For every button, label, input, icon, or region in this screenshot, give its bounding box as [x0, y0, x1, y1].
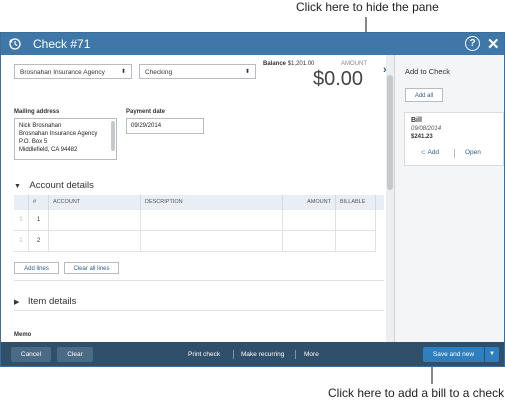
bill-add-link[interactable]: ⊂ Add	[421, 149, 439, 156]
bill-open-link[interactable]: Open	[465, 149, 481, 156]
row-number: 2	[29, 231, 49, 252]
page-title: Check #71	[33, 37, 91, 51]
account-cell[interactable]	[49, 210, 141, 231]
account-table: # ACCOUNT DESCRIPTION AMOUNT BILLABLE ⁞⁞…	[14, 195, 384, 252]
col-billable: BILLABLE	[336, 195, 376, 210]
col-description: DESCRIPTION	[141, 195, 283, 210]
clear-all-lines-button[interactable]: Clear all lines	[64, 262, 119, 274]
callout-hide-pane: Click here to hide the pane	[296, 0, 439, 14]
footer-bar: Cancel Clear Print check Make recurring …	[1, 342, 504, 366]
bill-add-label: Add	[427, 149, 440, 156]
balance: Balance $1,201.00	[263, 61, 314, 67]
recent-transactions-icon[interactable]	[8, 37, 22, 51]
table-row[interactable]: ⁞⁞ 1	[14, 210, 384, 231]
add-icon: ⊂	[421, 150, 427, 156]
chevron-down-icon: ⬍	[244, 69, 250, 75]
divider	[295, 350, 296, 359]
drag-handle-icon[interactable]: ⁞⁞	[14, 231, 29, 252]
mailing-address-field[interactable]: Nick Brosnahan Brosnahan Insurance Agenc…	[14, 118, 117, 160]
payment-date-label: Payment date	[126, 109, 166, 115]
divider	[14, 280, 384, 281]
print-check-link[interactable]: Print check	[188, 351, 220, 358]
save-options-chevron-icon[interactable]: ▼	[485, 347, 499, 362]
amount-value: $0.00	[313, 68, 364, 90]
account-select[interactable]: Checking ⬍	[139, 64, 256, 79]
chevron-down-icon: ⬍	[120, 69, 126, 75]
col-amount: AMOUNT	[283, 195, 336, 210]
add-to-check-pane: Add to Check Add all	[394, 55, 504, 342]
divider	[454, 149, 455, 158]
scrollbar-thumb[interactable]	[387, 75, 393, 190]
check-window: Check #71 ? ✕ Brosnahan Insurance Agency…	[0, 32, 505, 367]
caret-right-icon: ▶	[14, 299, 20, 306]
balance-value: $1,201.00	[287, 61, 315, 67]
clear-button[interactable]: Clear	[57, 347, 93, 362]
caret-down-icon: ▼	[14, 183, 21, 190]
bill-date: 09/08/2014	[411, 126, 442, 132]
bill-amount: $241.23	[411, 134, 433, 140]
col-account: ACCOUNT	[49, 195, 141, 210]
help-icon[interactable]: ?	[465, 36, 480, 51]
account-details-heading: Account details	[29, 180, 94, 191]
pane-title: Add to Check	[405, 67, 451, 76]
mailing-address-label: Mailing address	[14, 109, 60, 115]
mailing-line: Brosnahan Insurance Agency	[19, 131, 98, 137]
balance-label: Balance	[263, 61, 287, 67]
more-link[interactable]: More	[304, 351, 319, 358]
row-number: 1	[29, 210, 49, 231]
account-details-toggle[interactable]: ▼ Account details	[14, 175, 94, 193]
account-cell[interactable]	[49, 231, 141, 252]
amount-cell[interactable]	[283, 231, 336, 252]
close-icon[interactable]: ✕	[487, 35, 500, 53]
account-value: Checking	[145, 69, 173, 76]
item-details-toggle[interactable]: ▶ Item details	[14, 291, 76, 309]
add-lines-button[interactable]: Add lines	[14, 262, 59, 274]
amount-label: AMOUNT	[341, 61, 367, 67]
cancel-button[interactable]: Cancel	[11, 347, 51, 362]
mailing-line: Middlefield, CA 94482	[19, 147, 78, 153]
col-drag	[14, 195, 29, 210]
save-and-new-button[interactable]: Save and new	[423, 347, 484, 362]
col-num: #	[29, 195, 49, 210]
table-row[interactable]: ⁞⁞ 2	[14, 231, 384, 252]
mailing-line: Nick Brosnahan	[19, 123, 62, 129]
divider	[14, 310, 384, 311]
payee-select[interactable]: Brosnahan Insurance Agency ⬍	[14, 64, 132, 79]
main-scrollbar[interactable]	[386, 55, 394, 342]
payment-date-input[interactable]: 09/29/2014	[126, 118, 204, 134]
billable-cell[interactable]	[336, 210, 376, 231]
bill-card: Bill 09/08/2014 $241.23 ⊂ Add Open	[404, 112, 504, 166]
table-header: # ACCOUNT DESCRIPTION AMOUNT BILLABLE	[14, 195, 384, 210]
mailing-line: P.O. Box 5	[19, 139, 48, 145]
drag-handle-icon[interactable]: ⁞⁞	[14, 210, 29, 231]
textarea-scrollbar[interactable]	[111, 121, 115, 151]
payee-value: Brosnahan Insurance Agency	[20, 69, 105, 76]
billable-cell[interactable]	[336, 231, 376, 252]
divider	[233, 350, 234, 359]
item-details-heading: Item details	[27, 296, 77, 307]
description-cell[interactable]	[141, 231, 283, 252]
add-all-button[interactable]: Add all	[405, 88, 443, 102]
description-cell[interactable]	[141, 210, 283, 231]
make-recurring-link[interactable]: Make recurring	[241, 351, 284, 358]
bill-title: Bill	[411, 117, 422, 124]
amount-cell[interactable]	[283, 210, 336, 231]
chevron-right-icon[interactable]: ›	[383, 64, 387, 76]
memo-label: Memo	[14, 332, 32, 338]
title-bar: Check #71 ? ✕	[1, 33, 504, 55]
main-form: Brosnahan Insurance Agency ⬍ Checking ⬍ …	[1, 55, 386, 342]
callout-add-bill: Click here to add a bill to a check	[328, 386, 505, 400]
